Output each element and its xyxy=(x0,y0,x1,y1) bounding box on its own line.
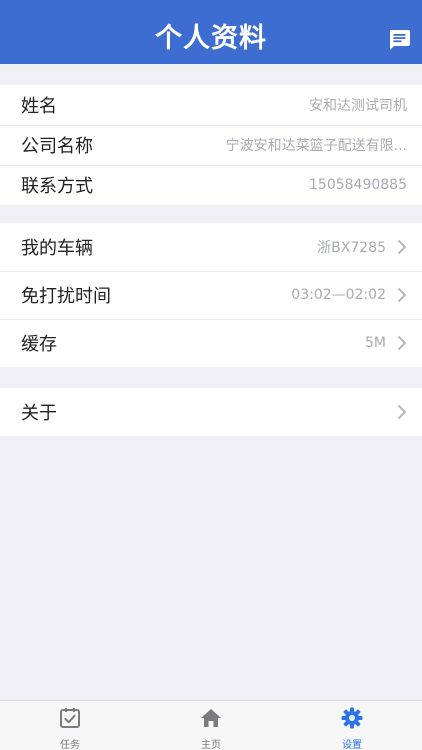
vehicle-row[interactable]: 我的车辆 浙BX7285 xyxy=(0,223,422,271)
tab-task-label: 任务 xyxy=(60,740,80,750)
chevron-right-icon xyxy=(398,336,406,350)
message-icon[interactable] xyxy=(387,28,411,52)
about-row[interactable]: 关于 xyxy=(0,388,422,436)
header-bar: 个人资料 xyxy=(0,0,422,64)
tab-settings[interactable]: 设置 xyxy=(282,701,422,750)
company-row: 公司名称 宁波安和达菜篮子配送有限... xyxy=(0,125,422,165)
page-title: 个人资料 xyxy=(155,23,267,54)
about-label: 关于 xyxy=(21,403,57,424)
settings-group: 我的车辆 浙BX7285 免打扰时间 03:02—02:02 缓存 5M xyxy=(0,223,422,367)
chevron-right-icon xyxy=(398,405,406,419)
profile-info-group: 姓名 安和达测试司机 公司名称 宁波安和达菜篮子配送有限... 联系方式 150… xyxy=(0,85,422,205)
vehicle-value: 浙BX7285 xyxy=(317,240,386,256)
name-row: 姓名 安和达测试司机 xyxy=(0,85,422,125)
home-icon xyxy=(201,709,221,727)
contact-value: 15058490885 xyxy=(309,177,407,193)
company-label: 公司名称 xyxy=(21,136,93,157)
tab-settings-label: 设置 xyxy=(342,740,362,750)
cache-label: 缓存 xyxy=(21,334,57,355)
dnd-row[interactable]: 免打扰时间 03:02—02:02 xyxy=(0,271,422,319)
chevron-right-icon xyxy=(398,288,406,302)
name-value: 安和达测试司机 xyxy=(309,98,407,114)
task-icon xyxy=(60,708,80,728)
cache-row[interactable]: 缓存 5M xyxy=(0,319,422,367)
chevron-right-icon xyxy=(398,240,406,254)
about-group: 关于 xyxy=(0,388,422,436)
tab-bar: 任务 主页 设置 xyxy=(0,700,422,750)
tab-task[interactable]: 任务 xyxy=(0,701,140,750)
vehicle-label: 我的车辆 xyxy=(21,238,93,259)
dnd-label: 免打扰时间 xyxy=(21,286,111,307)
contact-label: 联系方式 xyxy=(21,176,93,197)
tab-home[interactable]: 主页 xyxy=(141,701,281,750)
company-value: 宁波安和达菜篮子配送有限... xyxy=(225,138,407,154)
gear-icon xyxy=(341,707,363,729)
dnd-value: 03:02—02:02 xyxy=(291,287,386,303)
tab-home-label: 主页 xyxy=(201,740,221,750)
name-label: 姓名 xyxy=(21,96,57,117)
contact-row: 联系方式 15058490885 xyxy=(0,165,422,205)
profile-screen: 个人资料 姓名 安和达测试司机 公司名称 宁波安和达菜篮子配送有限... 联系方… xyxy=(0,0,422,750)
cache-value: 5M xyxy=(365,335,386,351)
